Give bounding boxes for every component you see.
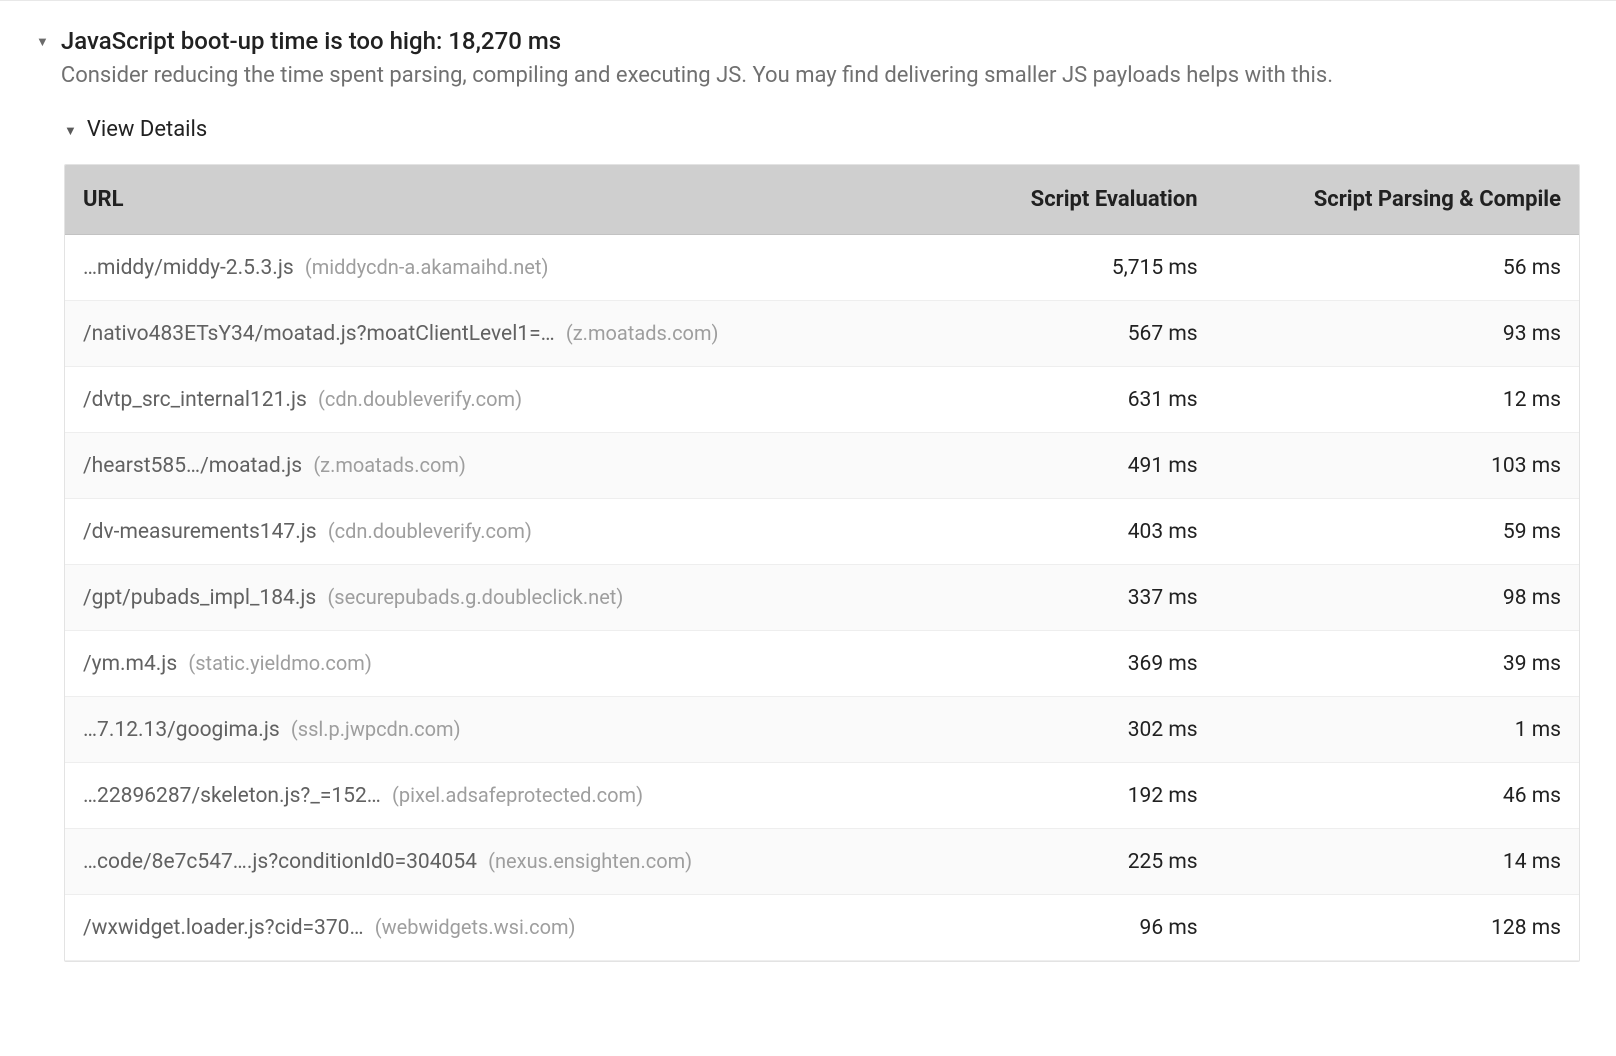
url-path: …7.12.13/googima.js [83,718,280,742]
cell-parse: 14 ms [1216,829,1579,895]
url-host: (static.yieldmo.com) [188,651,371,675]
cell-url[interactable]: …7.12.13/googima.js (ssl.p.jwpcdn.com) [65,697,913,763]
url-host: (ssl.p.jwpcdn.com) [291,717,461,741]
table-row: …22896287/skeleton.js?_=152… (pixel.adsa… [65,763,1579,829]
url-path: /wxwidget.loader.js?cid=370… [83,916,364,940]
cell-evaluation: 302 ms [913,697,1216,763]
cell-evaluation: 96 ms [913,895,1216,961]
details-table-wrap: URL Script Evaluation Script Parsing & C… [64,164,1580,962]
url-host: (nexus.ensighten.com) [488,849,692,873]
url-path: /hearst585…/moatad.js [83,454,302,478]
url-host: (webwidgets.wsi.com) [375,915,576,939]
audit-title: JavaScript boot-up time is too high: 18,… [61,25,1580,57]
cell-url[interactable]: /wxwidget.loader.js?cid=370… (webwidgets… [65,895,913,961]
audit-description: Consider reducing the time spent parsing… [61,61,1561,91]
cell-url[interactable]: …middy/middy-2.5.3.js (middycdn-a.akamai… [65,235,913,301]
cell-evaluation: 192 ms [913,763,1216,829]
url-host: (z.moatads.com) [566,321,719,345]
cell-parse: 39 ms [1216,631,1579,697]
cell-parse: 46 ms [1216,763,1579,829]
cell-url[interactable]: …22896287/skeleton.js?_=152… (pixel.adsa… [65,763,913,829]
cell-evaluation: 225 ms [913,829,1216,895]
cell-url[interactable]: /dvtp_src_internal121.js (cdn.doubleveri… [65,367,913,433]
url-path: /nativo483ETsY34/moatad.js?moatClientLev… [83,322,555,346]
cell-url[interactable]: /nativo483ETsY34/moatad.js?moatClientLev… [65,301,913,367]
chevron-down-icon[interactable] [36,27,49,57]
cell-evaluation: 369 ms [913,631,1216,697]
col-evaluation: Script Evaluation [913,165,1216,235]
chevron-down-icon[interactable] [64,120,77,144]
cell-evaluation: 403 ms [913,499,1216,565]
cell-url[interactable]: /gpt/pubads_impl_184.js (securepubads.g.… [65,565,913,631]
cell-parse: 59 ms [1216,499,1579,565]
cell-parse: 56 ms [1216,235,1579,301]
url-host: (z.moatads.com) [313,453,466,477]
table-row: /gpt/pubads_impl_184.js (securepubads.g.… [65,565,1579,631]
url-path: …22896287/skeleton.js?_=152… [83,784,381,808]
url-host: (securepubads.g.doubleclick.net) [327,585,623,609]
audit-section: JavaScript boot-up time is too high: 18,… [0,9,1616,962]
cell-url[interactable]: /dv-measurements147.js (cdn.doubleverify… [65,499,913,565]
cell-evaluation: 631 ms [913,367,1216,433]
cell-parse: 1 ms [1216,697,1579,763]
table-row: /dv-measurements147.js (cdn.doubleverify… [65,499,1579,565]
cell-evaluation: 5,715 ms [913,235,1216,301]
cell-url[interactable]: /ym.m4.js (static.yieldmo.com) [65,631,913,697]
cell-parse: 128 ms [1216,895,1579,961]
url-path: …code/8e7c547….js?conditionId0=304054 [83,850,477,874]
url-host: (cdn.doubleverify.com) [328,519,532,543]
cell-parse: 98 ms [1216,565,1579,631]
view-details-label: View Details [87,117,207,142]
audit-title-block: JavaScript boot-up time is too high: 18,… [61,25,1580,91]
url-path: /gpt/pubads_impl_184.js [83,586,316,610]
url-host: (cdn.doubleverify.com) [318,387,522,411]
table-header-row: URL Script Evaluation Script Parsing & C… [65,165,1579,235]
table-row: …code/8e7c547….js?conditionId0=304054 (n… [65,829,1579,895]
cell-url[interactable]: …code/8e7c547….js?conditionId0=304054 (n… [65,829,913,895]
url-path: …middy/middy-2.5.3.js [83,256,294,280]
table-row: /hearst585…/moatad.js (z.moatads.com)491… [65,433,1579,499]
top-divider [0,0,1616,1]
cell-evaluation: 337 ms [913,565,1216,631]
view-details-toggle[interactable]: View Details [64,117,1580,142]
url-path: /ym.m4.js [83,652,177,676]
audit-details: View Details URL Script Evaluation Scrip… [64,117,1580,962]
cell-parse: 12 ms [1216,367,1579,433]
cell-parse: 93 ms [1216,301,1579,367]
col-parse: Script Parsing & Compile [1216,165,1579,235]
table-row: /ym.m4.js (static.yieldmo.com)369 ms39 m… [65,631,1579,697]
cell-evaluation: 567 ms [913,301,1216,367]
col-url: URL [65,165,913,235]
cell-url[interactable]: /hearst585…/moatad.js (z.moatads.com) [65,433,913,499]
audit-header[interactable]: JavaScript boot-up time is too high: 18,… [36,25,1580,91]
url-path: /dvtp_src_internal121.js [83,388,307,412]
url-host: (middycdn-a.akamaihd.net) [305,255,549,279]
table-body: …middy/middy-2.5.3.js (middycdn-a.akamai… [65,235,1579,961]
details-table: URL Script Evaluation Script Parsing & C… [65,165,1579,961]
table-row: /nativo483ETsY34/moatad.js?moatClientLev… [65,301,1579,367]
cell-evaluation: 491 ms [913,433,1216,499]
url-host: (pixel.adsafeprotected.com) [392,783,643,807]
table-row: /wxwidget.loader.js?cid=370… (webwidgets… [65,895,1579,961]
table-row: /dvtp_src_internal121.js (cdn.doubleveri… [65,367,1579,433]
url-path: /dv-measurements147.js [83,520,317,544]
cell-parse: 103 ms [1216,433,1579,499]
table-row: …7.12.13/googima.js (ssl.p.jwpcdn.com)30… [65,697,1579,763]
table-row: …middy/middy-2.5.3.js (middycdn-a.akamai… [65,235,1579,301]
